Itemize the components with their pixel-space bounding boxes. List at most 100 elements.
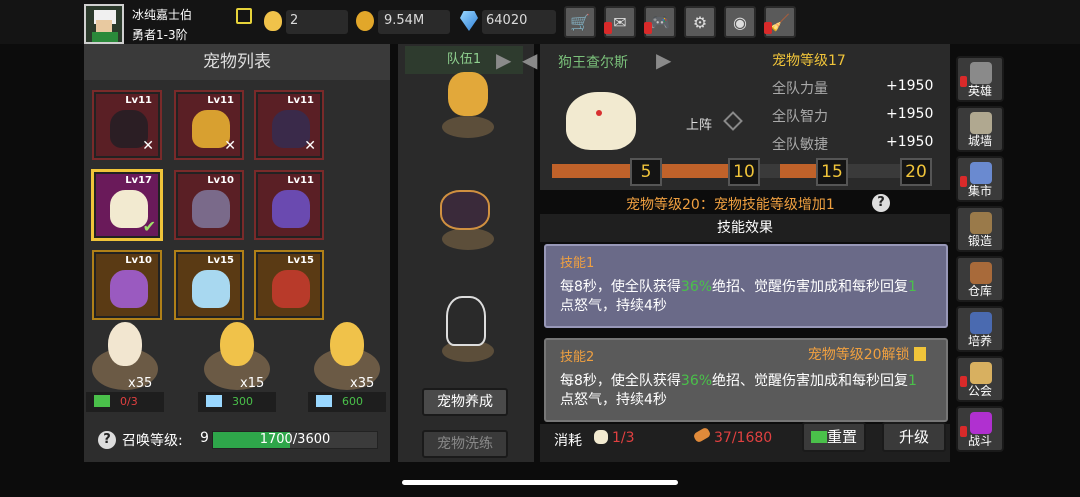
pet-prev-arrow[interactable]: ◀ [522, 48, 537, 72]
summon-label: 召唤等级: [122, 433, 183, 449]
sidebar-item-1[interactable]: 城墙 [956, 106, 1004, 152]
cost-pet-token: 1/3 [612, 430, 635, 446]
sidebar-label: 英雄 [967, 84, 992, 98]
gamepad-icon[interactable]: 🎮 [644, 6, 676, 38]
pet-slot[interactable]: Lv11 ✕ [174, 90, 244, 160]
pet-level-badge: Lv11 [125, 95, 152, 106]
stat-name: 全队智力 [772, 109, 828, 125]
pet-egg[interactable] [108, 322, 142, 366]
team-next-arrow[interactable]: ▶ [496, 48, 511, 72]
check-icon: ✔ [142, 217, 156, 236]
lava-beast-pet [272, 270, 310, 308]
diamond-icon [316, 395, 332, 407]
market-icon [970, 162, 992, 184]
help-icon[interactable]: ? [98, 431, 116, 449]
ice-wolf-pet [192, 270, 230, 308]
sidebar-label: 公会 [967, 384, 992, 398]
training-icon [970, 312, 992, 334]
pet-egg[interactable] [330, 322, 364, 366]
purple-horse-pet [272, 190, 310, 228]
egg-cost-bar[interactable]: 0/3 [86, 392, 164, 412]
reset-button[interactable]: 重置 [802, 422, 866, 452]
summon-level: 9 [200, 430, 209, 446]
stat-value: +1950 [886, 134, 934, 150]
color-wheel-icon[interactable]: ◉ [724, 6, 756, 38]
player-avatar[interactable] [84, 4, 124, 44]
pet-level-badge: Lv11 [287, 95, 314, 106]
pet-level-badge: Lv15 [287, 255, 314, 266]
sidebar-item-4[interactable]: 仓库 [956, 256, 1004, 302]
pet-level-badge: Lv17 [125, 175, 152, 186]
pet-next-arrow[interactable]: ▶ [656, 48, 671, 72]
pet-slot[interactable]: Lv10 [92, 250, 162, 320]
mail-icon[interactable]: ✉ [604, 6, 636, 38]
summon-progress-bar: 1700/3600 [212, 431, 378, 449]
pet-slot[interactable]: Lv15 [254, 250, 324, 320]
dog-token-icon [594, 430, 608, 444]
reaper-pet[interactable] [446, 296, 486, 346]
sidebar-item-6[interactable]: 公会 [956, 356, 1004, 402]
pet-list-title: 宠物列表 [84, 44, 390, 80]
stat-value: +1950 [886, 78, 934, 94]
pet-wash-button[interactable]: 宠物洗练 [422, 430, 508, 458]
pet-slot[interactable]: Lv11 [254, 170, 324, 240]
stat-name: 全队敏捷 [772, 137, 828, 153]
broom-icon[interactable]: 🧹 [764, 6, 796, 38]
sidebar-item-5[interactable]: 培养 [956, 306, 1004, 352]
crossed-swords-icon: ✕ [224, 138, 236, 154]
scorpion-pet [110, 270, 148, 308]
crossed-swords-icon: ✕ [142, 138, 154, 154]
milestone-marker: 15 [816, 158, 848, 186]
skill-title: 技能2 [560, 350, 595, 365]
pet-level-badge: Lv15 [207, 255, 234, 266]
shop-cart-icon[interactable]: 🛒 [564, 6, 596, 38]
upgrade-button[interactable]: 升级 [882, 422, 946, 452]
gold-resource: 9.54M [356, 10, 450, 34]
edit-icon[interactable] [236, 8, 252, 24]
skill-effect-header: 技能效果 [540, 214, 950, 242]
skill-card-2: 技能2 宠物等级20解锁 每8秒，使全队获得36%绝招、觉醒伤害加成和每秒回复1… [544, 338, 948, 422]
sidebar-item-2[interactable]: 集市 [956, 156, 1004, 202]
sidebar-label: 战斗 [967, 434, 992, 448]
flame-skull-pet[interactable] [448, 72, 488, 116]
milestone-marker: 20 [900, 158, 932, 186]
pet-slot[interactable]: Lv10 [174, 170, 244, 240]
level-bonus-note: 宠物等级20：宠物技能等级增加1 [626, 197, 835, 213]
sidebar-label: 仓库 [967, 284, 992, 298]
sidebar-label: 城墙 [967, 134, 992, 148]
pet-pedestal [442, 228, 494, 250]
home-indicator [402, 480, 678, 485]
sidebar-label: 培养 [967, 334, 992, 348]
milestone-marker: 5 [630, 158, 662, 186]
pet-slot[interactable]: Lv15 [174, 250, 244, 320]
skill-card-1: 技能1 每8秒，使全队获得36%绝招、觉醒伤害加成和每秒回复1点怒气，持续4秒 [544, 244, 948, 328]
help-icon[interactable]: ? [872, 194, 890, 212]
pet-slot[interactable]: Lv11 ✕ [254, 90, 324, 160]
skill-description: 每8秒，使全队获得36%绝招、觉醒伤害加成和每秒回复1点怒气，持续4秒 [560, 279, 917, 314]
cost-label: 消耗 [554, 433, 582, 449]
egg-cost-bar[interactable]: 300 [198, 392, 276, 412]
pet-slot[interactable]: Lv17 ✔ [91, 169, 163, 241]
pet-level-badge: Lv10 [207, 175, 234, 186]
egg-count: x35 [350, 376, 375, 391]
stat-name: 全队力量 [772, 81, 828, 97]
sidebar-item-3[interactable]: 锻造 [956, 206, 1004, 252]
pet-train-button[interactable]: 宠物养成 [422, 388, 508, 416]
pet-slot[interactable]: Lv11 ✕ [92, 90, 162, 160]
portal-icon [970, 412, 992, 434]
egg-count: x35 [128, 376, 153, 391]
helmet-icon [970, 62, 992, 84]
sidebar-item-0[interactable]: 英雄 [956, 56, 1004, 102]
settings-gear-icon[interactable]: ⚙ [684, 6, 716, 38]
crossed-swords-icon: ✕ [304, 138, 316, 154]
sidebar-item-7[interactable]: 战斗 [956, 406, 1004, 452]
pet-egg[interactable] [220, 322, 254, 366]
egg-cost-bar[interactable]: 600 [308, 392, 386, 412]
cost-bone: 37/1680 [714, 430, 773, 446]
demon-bat-pet[interactable] [440, 190, 490, 230]
pet-name: 狗王查尔斯 [558, 55, 628, 71]
pet-level-badge: Lv10 [125, 255, 152, 266]
skill-title: 技能1 [560, 256, 595, 271]
anvil-icon [970, 212, 992, 234]
player-rank: 勇者1-3阶 [132, 28, 188, 42]
